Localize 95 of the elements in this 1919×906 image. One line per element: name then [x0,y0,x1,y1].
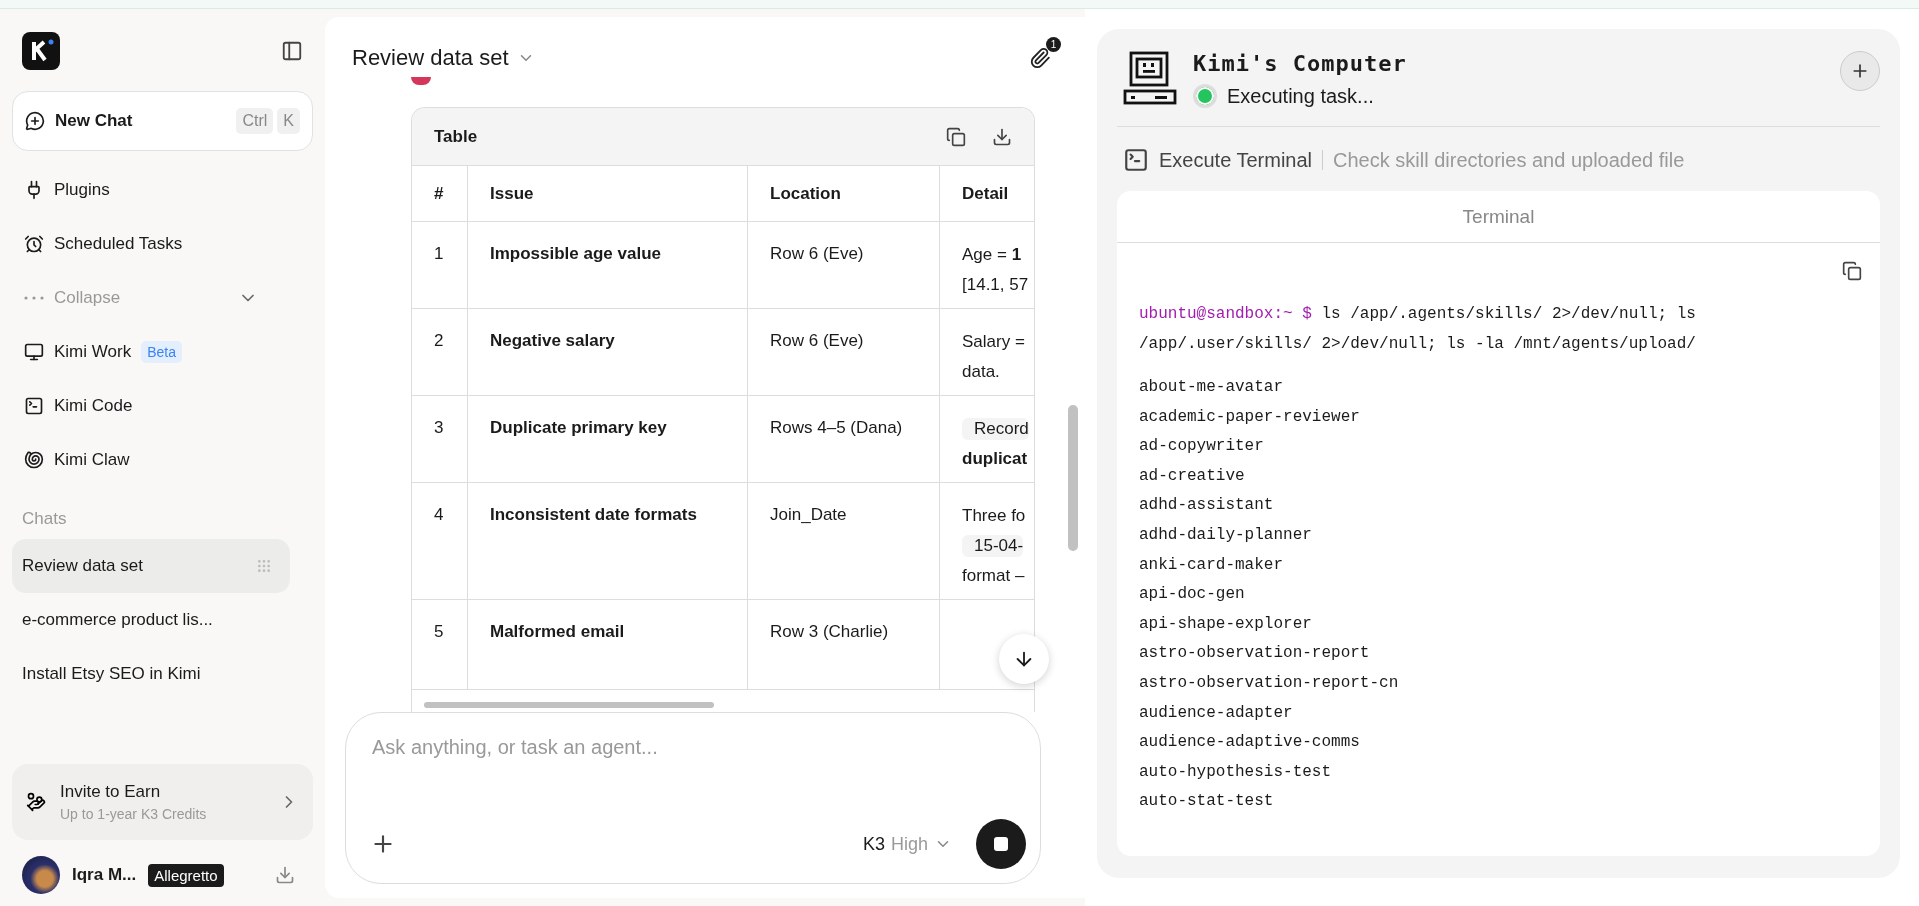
column-header: # [412,166,468,222]
table-cell: Three fo [962,505,1026,527]
table-cell: Duplicate primary key [468,396,748,483]
table-cell: Row 3 (Charlie) [748,600,940,690]
terminal-output-line: api-doc-gen [1139,584,1246,606]
drag-handle-icon[interactable] [256,558,272,574]
terminal-output-line: academic-paper-reviewer [1139,406,1361,428]
terminal-title: Terminal [1462,205,1535,228]
column-header: Detail [940,166,1034,222]
terminal-output-line: about-me-avatar [1139,377,1285,398]
copy-button[interactable] [946,126,966,147]
table-cell: Inconsistent date formats [468,483,748,600]
user-name: Iqra M... [72,865,137,885]
terminal-output-line: auto-stat-test [1139,791,1275,813]
chat-item[interactable]: Review data set [12,539,290,593]
more-icon [24,296,44,300]
attachment-count: 1 [1046,37,1061,52]
table-cell: 1 [412,222,468,309]
sidebar-item[interactable]: Plugins [12,163,313,217]
monitor-icon [24,342,44,362]
terminal-output-line: astro-observation-report-cn [1139,672,1400,694]
invite-subtitle: Up to 1-year K3 Credits [60,806,208,822]
table-cell: Impossible age value [468,222,748,309]
invite-title: Invite to Earn [60,782,162,802]
expand-button[interactable] [1840,51,1880,91]
terminal-output-line: ad-creative [1139,465,1246,487]
status-mark [411,77,431,85]
sidebar-toggle-button[interactable] [281,40,303,62]
table-cell: data. [962,361,1000,383]
terminal-output-line: auto-hypothesis-test [1139,761,1333,783]
copy-button[interactable] [1842,261,1862,281]
computer-drawing [1123,51,1177,105]
table-cell: format – [962,565,1025,587]
code-text: 15-04- [962,535,1024,557]
table-cell: 2 [412,309,468,396]
shortcut-key: Ctrl [236,108,274,134]
terminal-icon [24,396,44,416]
attachments-button[interactable] [1029,47,1051,69]
sidebar-item[interactable]: Scheduled Tasks [12,217,313,271]
table-cell: duplicat [962,448,1028,470]
scrollbar-thumb[interactable] [424,702,714,708]
stop-button[interactable] [976,819,1026,869]
chat-item[interactable]: e-commerce product lis... [12,593,290,647]
chat-title-dropdown[interactable]: Review data set [352,45,535,71]
app-logo[interactable] [22,32,60,70]
step-tool: Execute Terminal [1159,148,1313,172]
table-cell: Row 6 (Eve) [748,222,940,309]
shortcut-key: K [277,108,300,134]
code-text: Record [962,418,1029,440]
panel-title: Kimi's Computer [1193,51,1407,76]
new-chat-button[interactable]: New Chat Ctrl K [12,91,313,151]
table-cell: Join_Date [748,483,940,600]
alarm-clock-icon [24,234,44,254]
hand-icon [26,792,46,812]
status-text: Executing task... [1227,84,1374,108]
table-cell: [14.1, 57 [962,274,1029,296]
step-description: Check skill directories and uploaded file [1333,148,1685,172]
column-header: Issue [468,166,748,222]
table-cell: Salary = [962,331,1025,353]
plan-badge: Allegretto [148,863,224,887]
terminal-icon [1123,147,1149,173]
shell-icon [24,450,44,470]
table-cell: 3 [412,396,468,483]
table-cell: Age = 1 [962,244,1022,266]
scrollbar-thumb[interactable] [1068,405,1078,551]
scroll-down-button[interactable] [999,634,1049,684]
table-cell: 4 [412,483,468,600]
table-title: Table [434,126,478,147]
beta-badge: Beta [141,341,182,363]
chat-item[interactable]: Install Etsy SEO in Kimi [12,647,290,701]
terminal-output-line: adhd-assistant [1139,495,1275,517]
download-button[interactable] [992,126,1012,147]
terminal-command: ubuntu@sandbox:~ $ ls /app/.agents/skills/ 2>/dev/null; ls /app/.user/skills/ 2>/dev/null; ls -la /mnt/agents/upload/ [1139,304,1697,355]
model-selector[interactable]: K3 High [862,833,952,855]
terminal-output-line: audience-adaptive-comms [1139,732,1361,754]
terminal-output-line: anki-card-maker [1139,554,1285,576]
table-cell: 5 [412,600,468,690]
terminal-output-line: api-shape-explorer [1139,613,1313,635]
user-avatar[interactable] [22,856,60,894]
terminal-output-line: astro-observation-report [1139,643,1371,665]
table-cell: Rows 4–5 (Dana) [748,396,940,483]
table-cell: Negative salary [468,309,748,396]
table-cell: Malformed email [468,600,748,690]
terminal-output-line: adhd-daily-planner [1139,524,1313,546]
table-cell: Row 6 (Eve) [748,309,940,396]
terminal-output-line: ad-copywriter [1139,436,1265,458]
chat-plus-icon [25,111,45,131]
invite-card[interactable]: Invite to Earn Up to 1-year K3 Credits [12,764,313,840]
sidebar-item[interactable]: Kimi Code [12,379,313,433]
terminal-output-line: audience-adapter [1139,702,1294,724]
sidebar-item[interactable]: Kimi Work Beta [12,325,313,379]
column-header: Location [748,166,940,222]
section-heading: Chats [21,508,68,530]
sidebar-item[interactable]: Kimi Claw [12,433,313,487]
prompt-input[interactable]: Ask anything, or task an agent... K3 High [345,712,1041,884]
